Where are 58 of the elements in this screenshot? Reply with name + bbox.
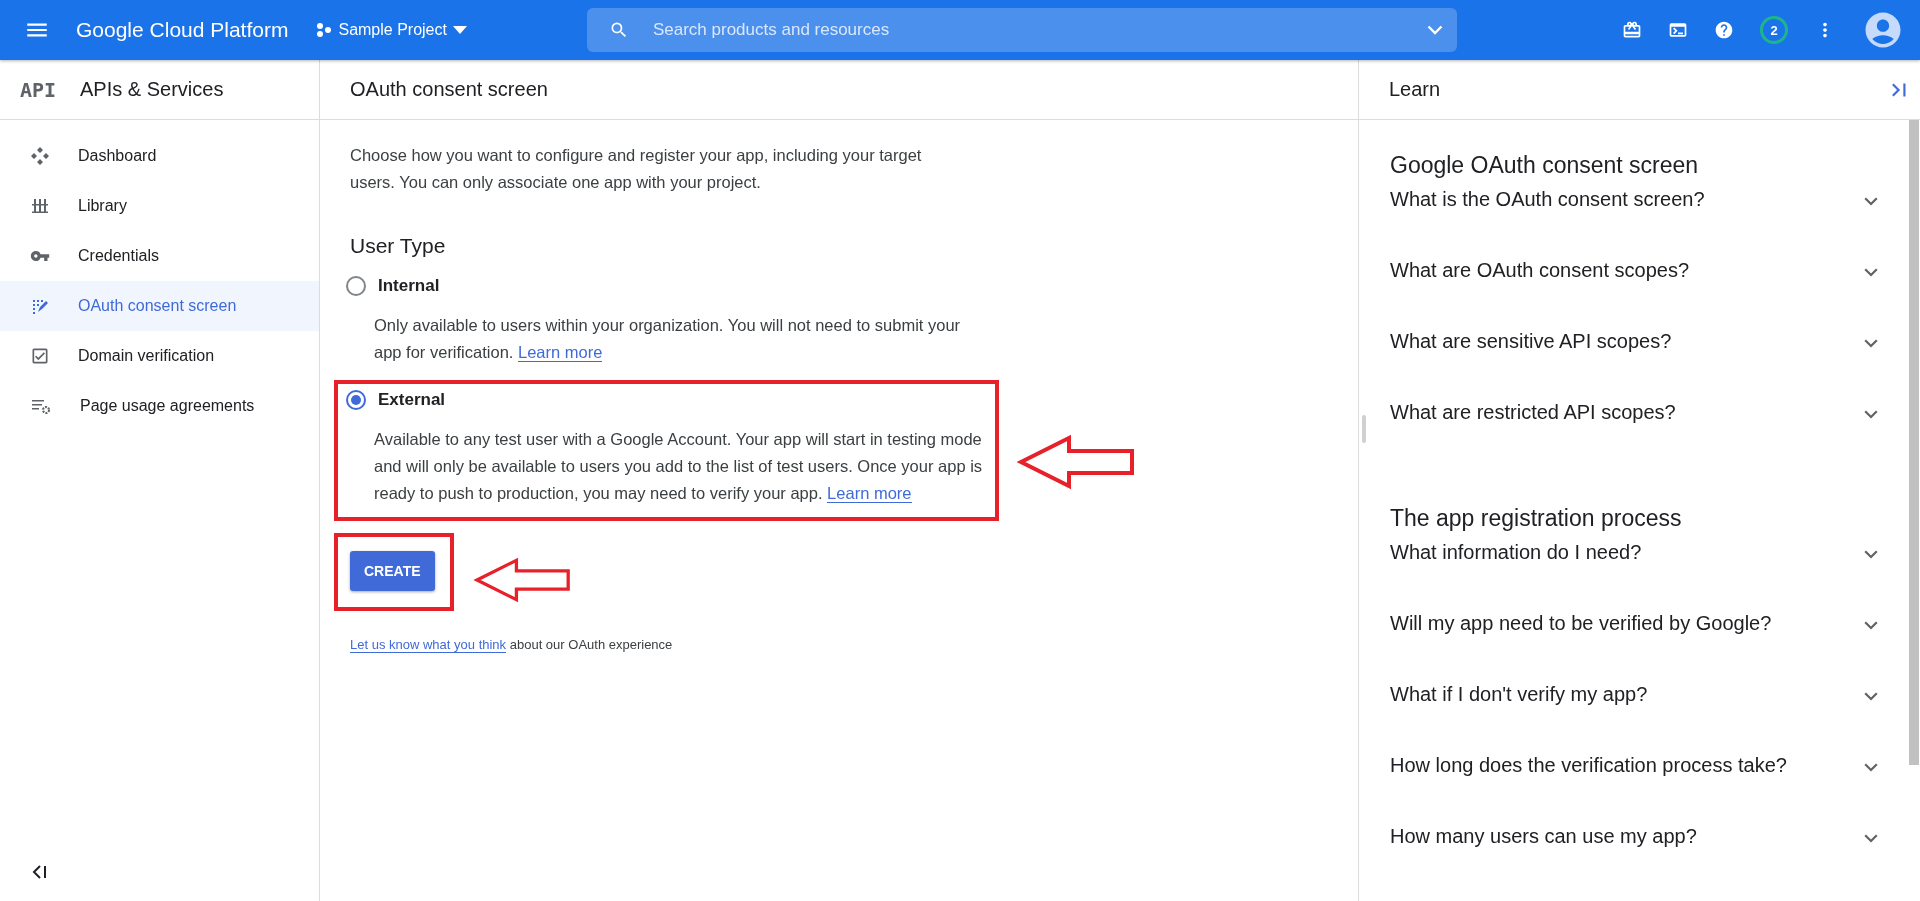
search-input[interactable]: Search products and resources <box>650 19 1405 41</box>
project-selector[interactable]: Sample Project <box>316 17 467 43</box>
faq-item[interactable]: What are OAuth consent scopes? <box>1390 256 1878 327</box>
chevron-icon <box>1864 621 1878 630</box>
radio-option[interactable]: External <box>346 390 995 410</box>
section-heading: The app registration process <box>1390 505 1683 532</box>
option-description: Only available to users within your organization. You will not need to submit your app for verification. Learn more <box>374 315 962 364</box>
faq-item[interactable]: Will my app need to be verified by Google? <box>1390 609 1878 680</box>
faq-item[interactable]: How many users can use my app? <box>1390 822 1878 893</box>
search-field[interactable]: Search products and resources <box>586 8 1457 52</box>
page-title: OAuth consent screen <box>350 78 548 101</box>
gift-icon[interactable] <box>1622 20 1642 40</box>
notification-badge[interactable]: 2 <box>1760 16 1788 44</box>
sidebar-item[interactable]: Domain verification <box>0 331 319 381</box>
sidebar-item[interactable]: Credentials <box>0 231 319 281</box>
chevron-icon <box>1864 339 1878 348</box>
faq-item[interactable]: How long does the verification process take? <box>1390 751 1878 822</box>
caret-icon <box>452 26 467 34</box>
section-title: User Type <box>350 234 447 258</box>
checkbox-icon <box>30 346 50 366</box>
chevron-icon <box>1864 410 1878 419</box>
sidebar-item[interactable]: Page usage agreements <box>0 381 319 431</box>
collapse-icon[interactable] <box>32 865 48 879</box>
faq-item[interactable]: What are restricted API scopes? <box>1390 398 1878 469</box>
library-icon <box>30 196 50 216</box>
faq-item[interactable]: What information do I need? <box>1390 538 1878 609</box>
panel-title: Learn <box>1389 78 1441 101</box>
diamond-dots-icon <box>30 146 50 166</box>
chevron-icon <box>1864 834 1878 843</box>
faq-item[interactable]: What are sensitive API scopes? <box>1390 327 1878 398</box>
faq-item[interactable]: What if I don't verify my app? <box>1390 680 1878 751</box>
chevron-icon[interactable] <box>1426 25 1443 35</box>
section-heading: Google OAuth consent screen <box>1390 152 1700 179</box>
resize-handle[interactable] <box>1362 415 1366 443</box>
learn-more-link[interactable]: Learn more <box>827 484 912 503</box>
option-description: Available to any test user with a Google Account. Your app will start in testing mode and will only be available to users you add to the list of test users. Once your app is ready to push to production, you may need to verify your app. Learn more <box>374 429 984 505</box>
sidebar-item[interactable]: Dashboard <box>0 131 319 181</box>
chevron-icon <box>1864 197 1878 206</box>
terminal-icon[interactable] <box>1668 20 1688 40</box>
sidebar-item[interactable]: OAuth consent screen <box>0 281 319 331</box>
sidebar-item[interactable]: Library <box>0 181 319 231</box>
radio-option[interactable]: Internal <box>346 276 995 296</box>
create-button[interactable]: CREATE <box>350 551 435 591</box>
sidebar-title: APIs & Services <box>80 78 224 101</box>
feedback-link[interactable]: Let us know what you think <box>350 637 507 653</box>
scrollbar-thumb[interactable] <box>1909 120 1919 765</box>
intro-text: Choose how you want to configure and register your app, including your target users. You can only associate one app with your project. <box>350 145 923 193</box>
chevron-icon <box>1864 692 1878 701</box>
dots-cluster-icon <box>316 22 333 38</box>
feedback-text: Let us know what you think about our OAuth experience <box>350 637 674 652</box>
help-icon[interactable] <box>1714 20 1734 40</box>
learn-more-link[interactable]: Learn more <box>518 343 603 362</box>
app-title: Google Cloud Platform <box>76 18 289 42</box>
faq-item[interactable]: What is the OAuth consent screen? <box>1390 185 1878 256</box>
chevron-icon <box>1864 763 1878 772</box>
chevron-icon <box>1864 550 1878 559</box>
api-logo: API <box>20 77 58 102</box>
chevron-icon <box>1864 268 1878 277</box>
